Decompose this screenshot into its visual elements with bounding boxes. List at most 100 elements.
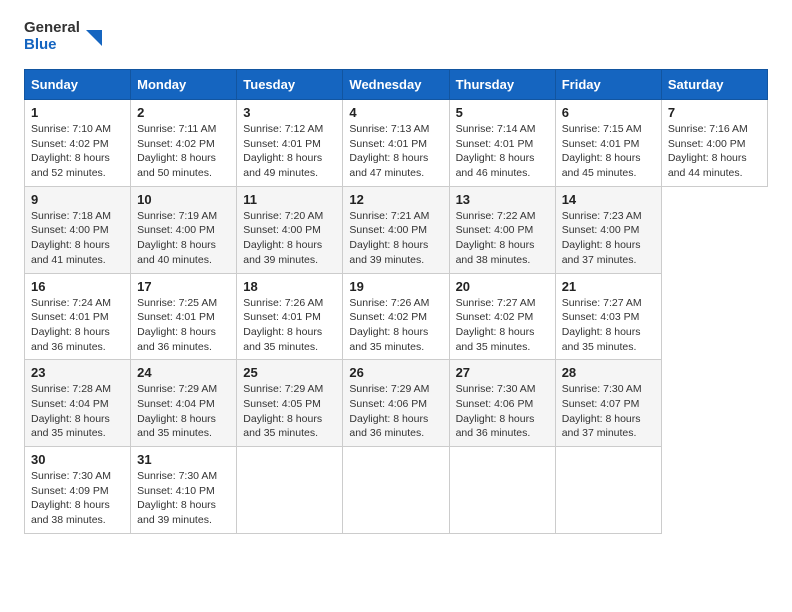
day-cell-25: 25 Sunrise: 7:29 AMSunset: 4:05 PMDayligh… xyxy=(237,360,343,447)
day-number: 28 xyxy=(562,365,655,380)
day-number: 16 xyxy=(31,279,124,294)
day-info: Sunrise: 7:20 AMSunset: 4:00 PMDaylight:… xyxy=(243,209,336,268)
day-cell-9: 9 Sunrise: 7:18 AMSunset: 4:00 PMDaylight… xyxy=(25,186,131,273)
empty-cell xyxy=(449,447,555,534)
day-number: 17 xyxy=(137,279,230,294)
day-cell-12: 12 Sunrise: 7:21 AMSunset: 4:00 PMDayligh… xyxy=(343,186,449,273)
day-number: 19 xyxy=(349,279,442,294)
day-cell-28: 28 Sunrise: 7:30 AMSunset: 4:07 PMDayligh… xyxy=(555,360,661,447)
day-number: 6 xyxy=(562,105,655,120)
day-number: 25 xyxy=(243,365,336,380)
day-cell-20: 20 Sunrise: 7:27 AMSunset: 4:02 PMDayligh… xyxy=(449,273,555,360)
day-info: Sunrise: 7:15 AMSunset: 4:01 PMDaylight:… xyxy=(562,122,655,181)
day-cell-1: 1 Sunrise: 7:10 AMSunset: 4:02 PMDaylight… xyxy=(25,100,131,187)
day-number: 4 xyxy=(349,105,442,120)
column-header-saturday: Saturday xyxy=(661,70,767,100)
day-cell-5: 5 Sunrise: 7:14 AMSunset: 4:01 PMDaylight… xyxy=(449,100,555,187)
day-cell-4: 4 Sunrise: 7:13 AMSunset: 4:01 PMDaylight… xyxy=(343,100,449,187)
header: General Blue xyxy=(24,20,768,53)
day-number: 2 xyxy=(137,105,230,120)
day-number: 12 xyxy=(349,192,442,207)
day-number: 13 xyxy=(456,192,549,207)
day-cell-11: 11 Sunrise: 7:20 AMSunset: 4:00 PMDayligh… xyxy=(237,186,343,273)
day-number: 18 xyxy=(243,279,336,294)
day-cell-23: 23 Sunrise: 7:28 AMSunset: 4:04 PMDayligh… xyxy=(25,360,131,447)
calendar-week-5: 30 Sunrise: 7:30 AMSunset: 4:09 PMDayligh… xyxy=(25,447,768,534)
day-cell-16: 16 Sunrise: 7:24 AMSunset: 4:01 PMDayligh… xyxy=(25,273,131,360)
calendar-week-2: 9 Sunrise: 7:18 AMSunset: 4:00 PMDaylight… xyxy=(25,186,768,273)
day-cell-18: 18 Sunrise: 7:26 AMSunset: 4:01 PMDayligh… xyxy=(237,273,343,360)
day-info: Sunrise: 7:14 AMSunset: 4:01 PMDaylight:… xyxy=(456,122,549,181)
calendar-week-4: 23 Sunrise: 7:28 AMSunset: 4:04 PMDayligh… xyxy=(25,360,768,447)
day-cell-2: 2 Sunrise: 7:11 AMSunset: 4:02 PMDaylight… xyxy=(131,100,237,187)
day-cell-30: 30 Sunrise: 7:30 AMSunset: 4:09 PMDayligh… xyxy=(25,447,131,534)
day-cell-27: 27 Sunrise: 7:30 AMSunset: 4:06 PMDayligh… xyxy=(449,360,555,447)
logo-line2: Blue xyxy=(24,37,80,54)
day-cell-14: 14 Sunrise: 7:23 AMSunset: 4:00 PMDayligh… xyxy=(555,186,661,273)
day-number: 14 xyxy=(562,192,655,207)
day-info: Sunrise: 7:22 AMSunset: 4:00 PMDaylight:… xyxy=(456,209,549,268)
day-number: 20 xyxy=(456,279,549,294)
empty-cell xyxy=(555,447,661,534)
day-cell-6: 6 Sunrise: 7:15 AMSunset: 4:01 PMDaylight… xyxy=(555,100,661,187)
day-number: 31 xyxy=(137,452,230,467)
day-info: Sunrise: 7:10 AMSunset: 4:02 PMDaylight:… xyxy=(31,122,124,181)
day-info: Sunrise: 7:30 AMSunset: 4:10 PMDaylight:… xyxy=(137,469,230,528)
day-info: Sunrise: 7:28 AMSunset: 4:04 PMDaylight:… xyxy=(31,382,124,441)
column-header-sunday: Sunday xyxy=(25,70,131,100)
logo-graphic: General Blue xyxy=(24,20,104,53)
day-cell-19: 19 Sunrise: 7:26 AMSunset: 4:02 PMDayligh… xyxy=(343,273,449,360)
day-number: 5 xyxy=(456,105,549,120)
day-cell-10: 10Sunrise: 7:19 AMSunset: 4:00 PMDayligh… xyxy=(131,186,237,273)
empty-cell xyxy=(237,447,343,534)
day-number: 27 xyxy=(456,365,549,380)
day-info: Sunrise: 7:29 AMSunset: 4:06 PMDaylight:… xyxy=(349,382,442,441)
column-header-friday: Friday xyxy=(555,70,661,100)
day-info: Sunrise: 7:24 AMSunset: 4:01 PMDaylight:… xyxy=(31,296,124,355)
day-info: Sunrise: 7:30 AMSunset: 4:07 PMDaylight:… xyxy=(562,382,655,441)
day-info: Sunrise: 7:26 AMSunset: 4:01 PMDaylight:… xyxy=(243,296,336,355)
day-number: 7 xyxy=(668,105,761,120)
day-number: 9 xyxy=(31,192,124,207)
calendar-week-3: 16 Sunrise: 7:24 AMSunset: 4:01 PMDayligh… xyxy=(25,273,768,360)
calendar-week-1: 1 Sunrise: 7:10 AMSunset: 4:02 PMDaylight… xyxy=(25,100,768,187)
logo-triangle-icon xyxy=(82,26,104,48)
day-cell-13: 13 Sunrise: 7:22 AMSunset: 4:00 PMDayligh… xyxy=(449,186,555,273)
day-number: 11 xyxy=(243,192,336,207)
day-info: Sunrise: 7:30 AMSunset: 4:06 PMDaylight:… xyxy=(456,382,549,441)
day-info: Sunrise: 7:18 AMSunset: 4:00 PMDaylight:… xyxy=(31,209,124,268)
day-cell-17: 17 Sunrise: 7:25 AMSunset: 4:01 PMDayligh… xyxy=(131,273,237,360)
day-cell-26: 26 Sunrise: 7:29 AMSunset: 4:06 PMDayligh… xyxy=(343,360,449,447)
day-cell-21: 21Sunrise: 7:27 AMSunset: 4:03 PMDayligh… xyxy=(555,273,661,360)
day-cell-3: 3Sunrise: 7:12 AMSunset: 4:01 PMDaylight… xyxy=(237,100,343,187)
day-info: Sunrise: 7:12 AMSunset: 4:01 PMDaylight:… xyxy=(243,122,336,181)
column-header-wednesday: Wednesday xyxy=(343,70,449,100)
day-number: 1 xyxy=(31,105,124,120)
day-number: 26 xyxy=(349,365,442,380)
day-info: Sunrise: 7:27 AMSunset: 4:02 PMDaylight:… xyxy=(456,296,549,355)
empty-cell xyxy=(343,447,449,534)
day-number: 24 xyxy=(137,365,230,380)
day-info: Sunrise: 7:26 AMSunset: 4:02 PMDaylight:… xyxy=(349,296,442,355)
day-info: Sunrise: 7:29 AMSunset: 4:04 PMDaylight:… xyxy=(137,382,230,441)
column-header-tuesday: Tuesday xyxy=(237,70,343,100)
day-info: Sunrise: 7:25 AMSunset: 4:01 PMDaylight:… xyxy=(137,296,230,355)
calendar-table: SundayMondayTuesdayWednesdayThursdayFrid… xyxy=(24,69,768,534)
day-info: Sunrise: 7:16 AMSunset: 4:00 PMDaylight:… xyxy=(668,122,761,181)
day-cell-31: 31 Sunrise: 7:30 AMSunset: 4:10 PMDayligh… xyxy=(131,447,237,534)
day-info: Sunrise: 7:29 AMSunset: 4:05 PMDaylight:… xyxy=(243,382,336,441)
column-header-thursday: Thursday xyxy=(449,70,555,100)
day-info: Sunrise: 7:13 AMSunset: 4:01 PMDaylight:… xyxy=(349,122,442,181)
day-number: 21 xyxy=(562,279,655,294)
day-info: Sunrise: 7:11 AMSunset: 4:02 PMDaylight:… xyxy=(137,122,230,181)
day-number: 30 xyxy=(31,452,124,467)
logo-line1: General xyxy=(24,20,80,37)
day-info: Sunrise: 7:30 AMSunset: 4:09 PMDaylight:… xyxy=(31,469,124,528)
day-info: Sunrise: 7:23 AMSunset: 4:00 PMDaylight:… xyxy=(562,209,655,268)
logo: General Blue xyxy=(24,20,104,53)
day-number: 10 xyxy=(137,192,230,207)
day-number: 23 xyxy=(31,365,124,380)
day-info: Sunrise: 7:21 AMSunset: 4:00 PMDaylight:… xyxy=(349,209,442,268)
calendar-header-row: SundayMondayTuesdayWednesdayThursdayFrid… xyxy=(25,70,768,100)
day-cell-24: 24 Sunrise: 7:29 AMSunset: 4:04 PMDayligh… xyxy=(131,360,237,447)
